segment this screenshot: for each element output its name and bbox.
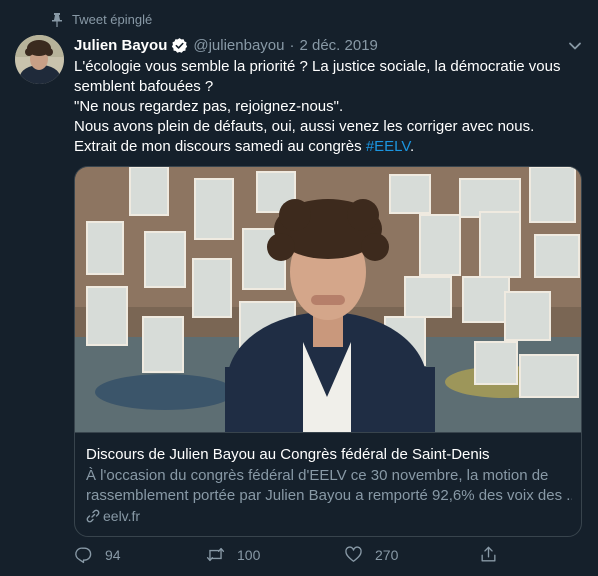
author-handle[interactable]: @julienbayou <box>193 37 284 54</box>
pinned-text: Tweet épinglé <box>72 12 153 27</box>
like-button[interactable]: 270 <box>344 545 398 564</box>
link-icon <box>86 509 100 523</box>
card-description: À l'occasion du congrès fédéral d'EELV c… <box>86 466 572 506</box>
tweet-date[interactable]: 2 déc. 2019 <box>299 37 377 54</box>
tweet-line: "Ne nous regardez pas, rejoignez-nous". <box>74 98 344 115</box>
card-image <box>75 167 581 432</box>
card-title: Discours de Julien Bayou au Congrès fédé… <box>86 446 490 463</box>
tweet[interactable]: Tweet épinglé Julien Bayou @julienbayou … <box>0 0 598 576</box>
tweet-line-last: Extrait de mon discours samedi au congrè… <box>74 137 574 157</box>
retweet-button[interactable]: 100 <box>206 545 260 564</box>
reply-icon <box>75 547 92 564</box>
link-card[interactable]: Discours de Julien Bayou au Congrès fédé… <box>74 166 582 537</box>
reply-count: 94 <box>105 546 121 563</box>
retweet-count: 100 <box>237 546 261 563</box>
share-icon <box>481 546 496 562</box>
hashtag-link[interactable]: #EELV <box>366 138 410 155</box>
tweet-header: Julien Bayou @julienbayou · 2 déc. 2019 <box>74 37 578 54</box>
heart-icon <box>345 546 362 562</box>
card-domain-text: eelv.fr <box>103 508 141 524</box>
card-description-line: À l'occasion du congrès fédéral d'EELV c… <box>86 467 549 484</box>
pinned-label: Tweet épinglé <box>52 12 152 27</box>
avatar[interactable] <box>15 35 64 84</box>
action-bar: 94 100 270 <box>74 545 524 569</box>
reply-button[interactable]: 94 <box>74 545 121 564</box>
like-count: 270 <box>375 546 399 563</box>
tweet-line: L'écologie vous semble la priorité ? La … <box>74 58 561 75</box>
chevron-down-icon[interactable] <box>568 39 582 53</box>
card-domain: eelv.fr <box>86 508 140 524</box>
tweet-line-text: Extrait de mon discours samedi au congrè… <box>74 138 366 155</box>
tweet-line-end: . <box>410 138 415 155</box>
card-body[interactable]: Discours de Julien Bayou au Congrès fédé… <box>75 432 581 536</box>
verified-badge-icon <box>172 38 188 53</box>
tweet-text: L'écologie vous semble la priorité ? La … <box>74 57 574 157</box>
card-description-line: rassemblement portée par Julien Bayou a … <box>86 487 572 504</box>
tweet-line: Nous avons plein de défauts, oui, aussi … <box>74 118 535 135</box>
retweet-icon <box>206 547 225 562</box>
tweet-line: semblent bafouées ? <box>74 78 214 95</box>
share-button[interactable] <box>479 545 510 564</box>
meta-separator: · <box>289 37 295 54</box>
pin-icon <box>52 12 62 27</box>
author-name[interactable]: Julien Bayou <box>74 37 167 54</box>
